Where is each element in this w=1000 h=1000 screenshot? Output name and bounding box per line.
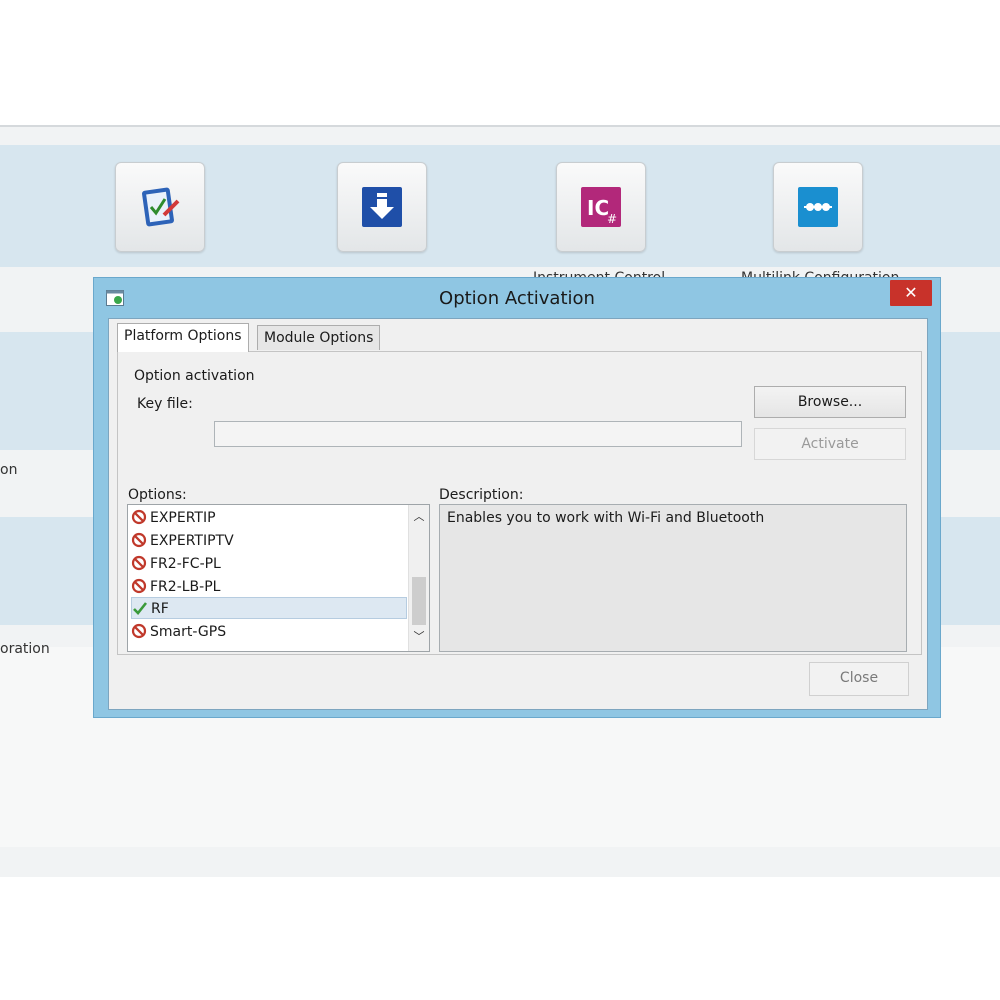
disabled-icon xyxy=(131,555,147,571)
option-name: FR2-FC-PL xyxy=(150,556,221,572)
option-activation-dialog: Option Activation ✕ Platform Options Mod… xyxy=(93,277,941,718)
activate-button[interactable]: Activate xyxy=(754,428,906,460)
list-item[interactable]: FR2-LB-PL xyxy=(131,576,407,598)
option-name: RF xyxy=(151,601,169,617)
tab-panel-platform-options: Option activation Key file: Browse... Ac… xyxy=(117,351,922,655)
options-label: Options: xyxy=(128,487,187,503)
option-name: FR2-LB-PL xyxy=(150,579,221,595)
chevron-down-icon[interactable]: ﹀ xyxy=(409,629,429,645)
download-arrow-icon xyxy=(362,187,402,227)
description-text: Enables you to work with Wi-Fi and Bluet… xyxy=(447,510,765,526)
disabled-icon xyxy=(131,578,147,594)
keyfile-input[interactable] xyxy=(214,421,742,447)
close-icon[interactable]: ✕ xyxy=(890,280,932,306)
list-item-selected[interactable]: RF xyxy=(131,597,407,619)
disabled-icon xyxy=(131,532,147,548)
checklist-pen-icon xyxy=(142,187,180,227)
tab-platform-options[interactable]: Platform Options xyxy=(117,323,249,352)
tab-module-options[interactable]: Module Options xyxy=(257,325,381,350)
dialog-title-bar[interactable]: Option Activation ✕ xyxy=(94,278,940,318)
list-item[interactable]: EXPERTIPTV xyxy=(131,530,407,552)
options-list[interactable]: EXPERTIP EXPERTIPTV FR2-FC-PL FR2-LB-PL … xyxy=(127,504,430,652)
options-scrollbar[interactable]: ︿ ﹀ xyxy=(408,505,429,651)
option-name: Smart-GPS xyxy=(150,624,227,640)
description-box: Enables you to work with Wi-Fi and Bluet… xyxy=(439,504,907,652)
side-menu-label: on xyxy=(0,462,18,478)
dialog-client-area: Platform Options Module Options Option a… xyxy=(108,318,928,710)
side-menu-label: oration xyxy=(0,641,50,657)
multilink-icon xyxy=(798,187,838,227)
list-item[interactable]: FR2-FC-PL xyxy=(131,553,407,575)
keyfile-label: Key file: xyxy=(137,396,193,412)
description-label: Description: xyxy=(439,487,524,503)
dialog-title: Option Activation xyxy=(439,288,595,309)
browse-button[interactable]: Browse... xyxy=(754,386,906,418)
list-item[interactable]: Smart-GPS xyxy=(131,621,407,643)
checkmark-icon xyxy=(133,602,148,615)
svg-text:IC: IC xyxy=(587,196,609,220)
app-tile-checklist[interactable] xyxy=(115,162,205,252)
section-title-option-activation: Option activation xyxy=(134,368,255,384)
app-tile-download[interactable] xyxy=(337,162,427,252)
chevron-up-icon[interactable]: ︿ xyxy=(409,509,429,525)
option-name: EXPERTIPTV xyxy=(150,533,234,549)
ic-sharp-icon: IC # xyxy=(581,187,621,227)
app-tile-multilink[interactable] xyxy=(773,162,863,252)
option-name: EXPERTIP xyxy=(150,510,216,526)
close-button[interactable]: Close xyxy=(809,662,909,696)
scrollbar-thumb[interactable] xyxy=(412,577,426,625)
app-tile-instrument-control[interactable]: IC # xyxy=(556,162,646,252)
disabled-icon xyxy=(131,623,147,639)
disabled-icon xyxy=(131,509,147,525)
list-item[interactable]: EXPERTIP xyxy=(131,507,407,529)
svg-text:#: # xyxy=(607,212,617,226)
